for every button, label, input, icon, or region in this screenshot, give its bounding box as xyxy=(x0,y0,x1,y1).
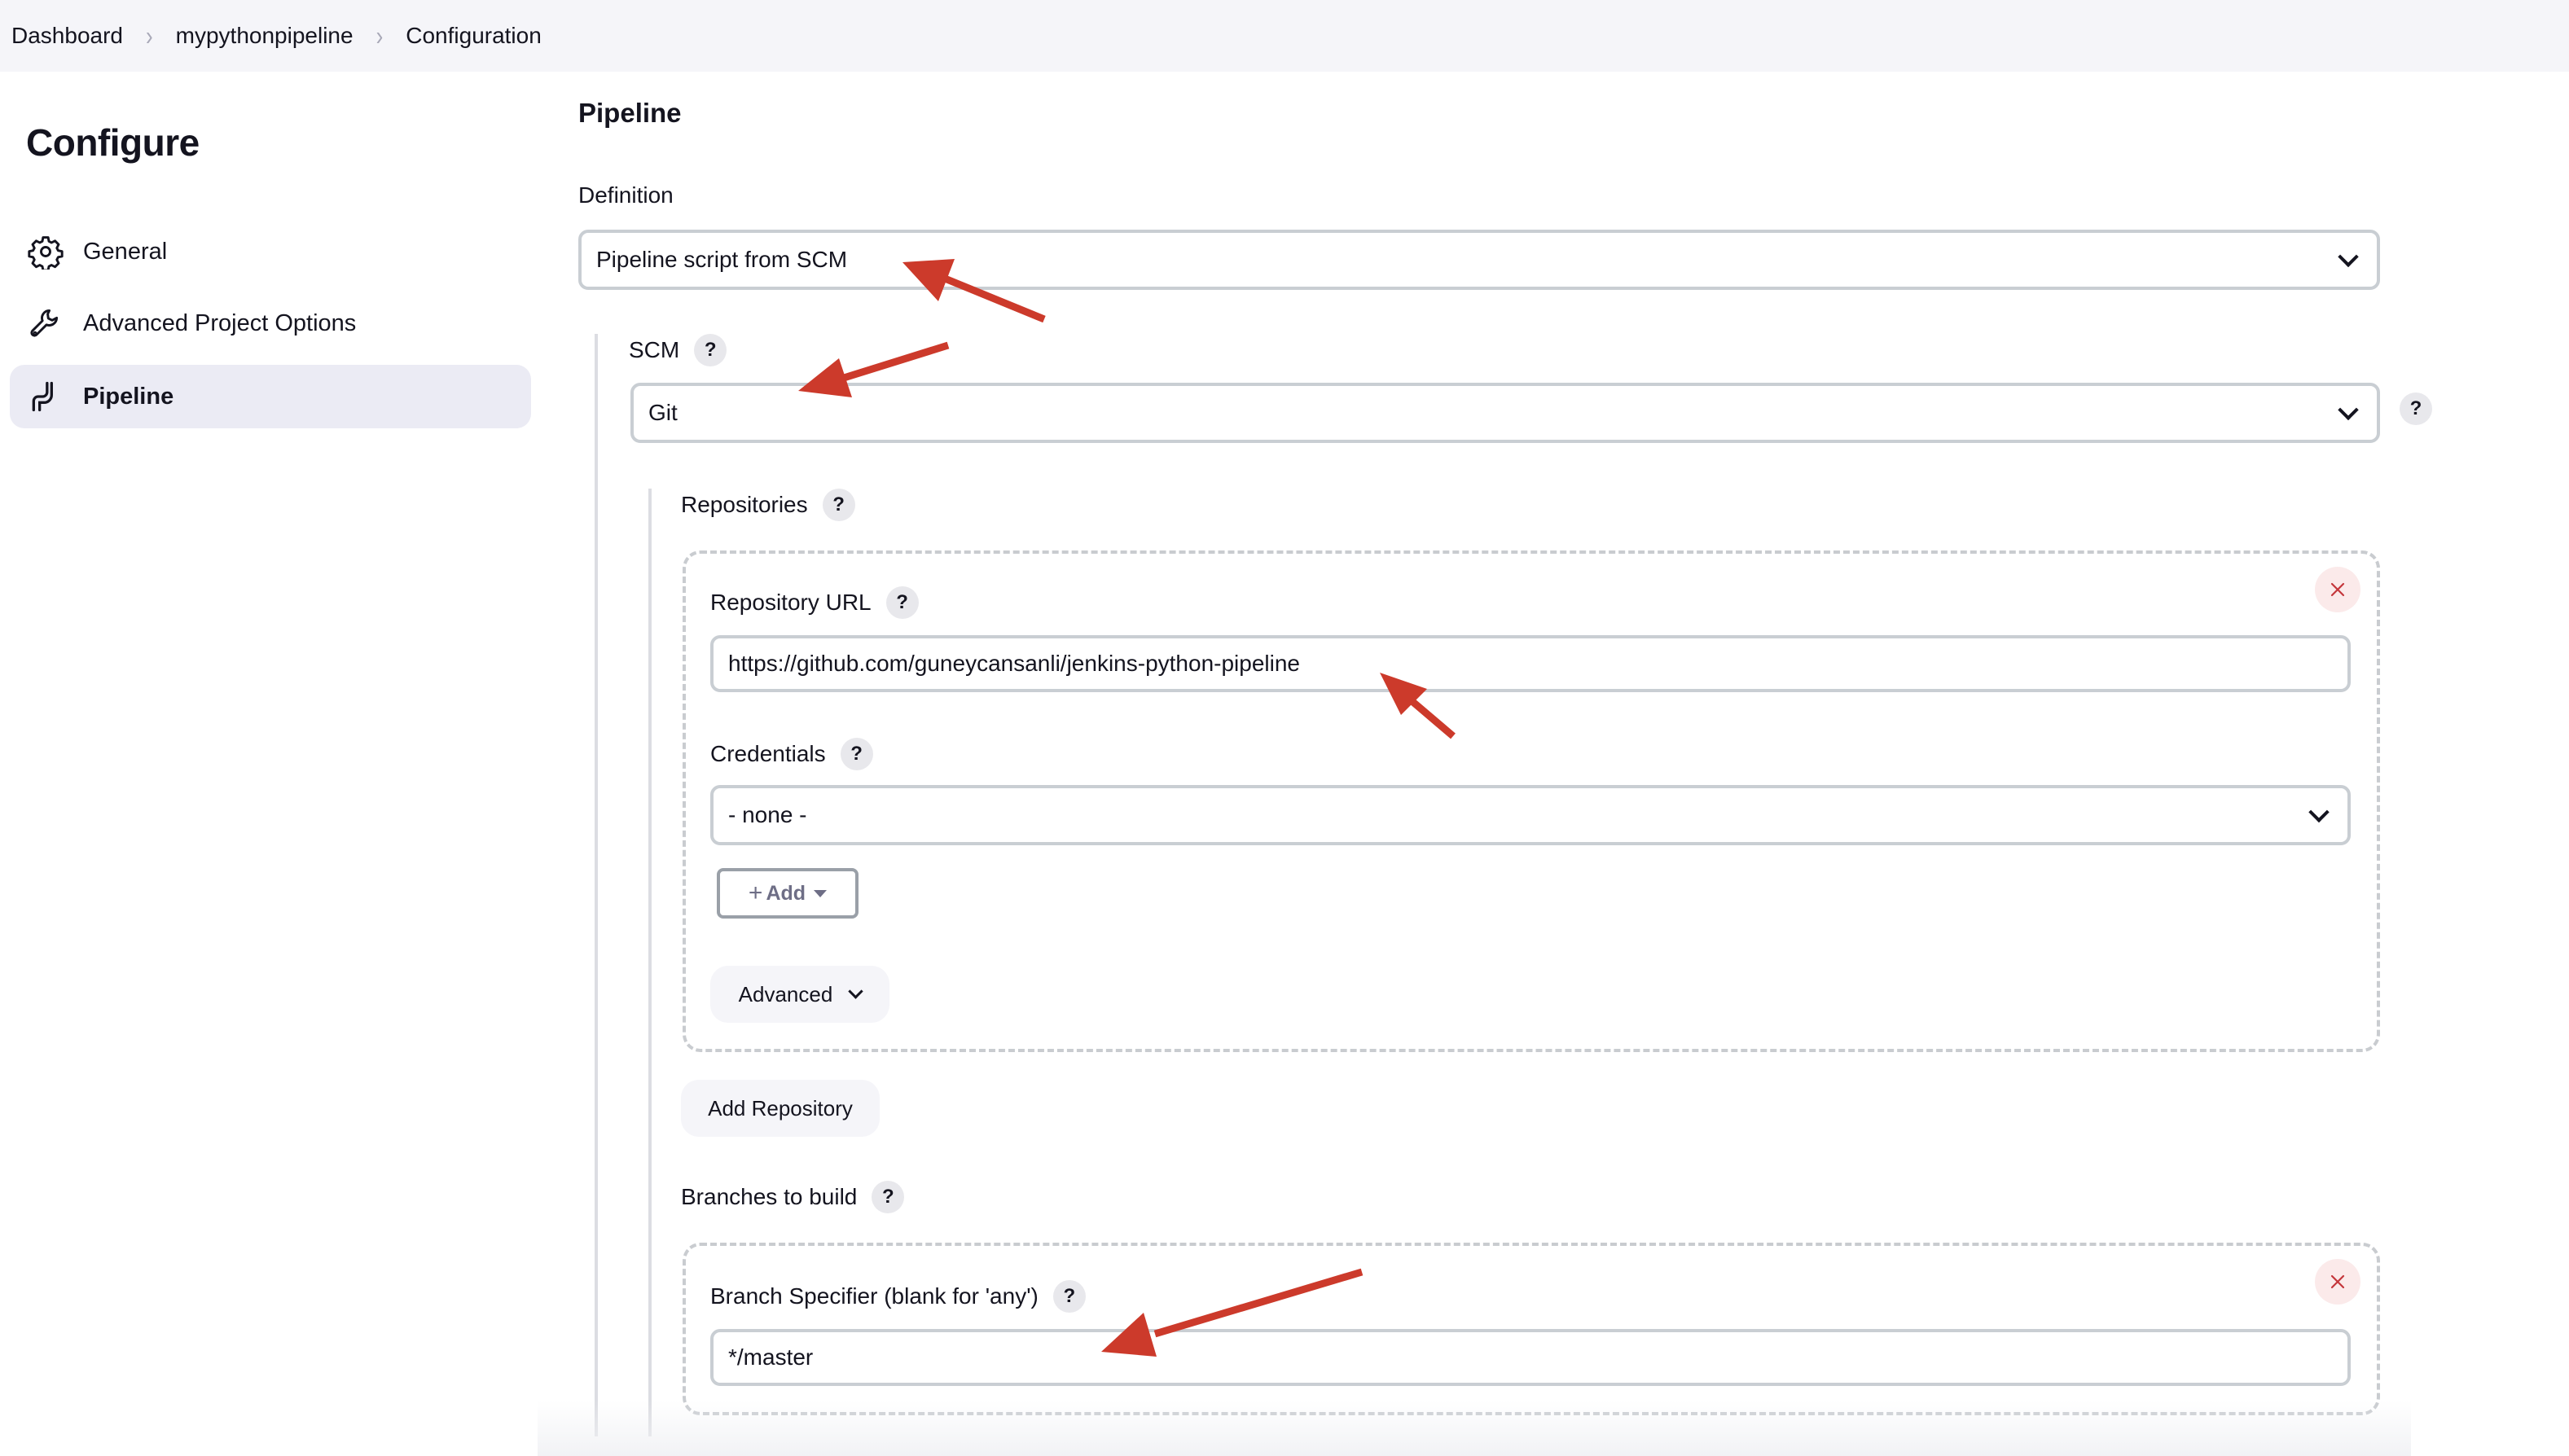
help-icon[interactable]: ? xyxy=(694,334,727,366)
credentials-label: Credentials ? xyxy=(710,738,873,770)
add-button-label: Add xyxy=(766,881,806,905)
credentials-select[interactable]: - none - xyxy=(710,785,2351,845)
wrench-icon xyxy=(30,309,59,337)
add-repository-button[interactable]: Add Repository xyxy=(681,1080,880,1137)
caret-down-icon xyxy=(814,889,828,897)
credentials-selected-value: - none - xyxy=(728,802,807,827)
repositories-label-text: Repositories xyxy=(681,492,808,517)
close-icon xyxy=(2330,1274,2345,1289)
advanced-button-label: Advanced xyxy=(738,981,833,1006)
sidebar-item-label: Advanced Project Options xyxy=(83,309,357,336)
help-icon[interactable]: ? xyxy=(885,586,919,619)
gear-icon xyxy=(28,236,64,270)
repositories-label: Repositories ? xyxy=(681,489,855,521)
credentials-label-text: Credentials xyxy=(710,741,826,766)
nesting-line xyxy=(648,489,652,1436)
advanced-button[interactable]: Advanced xyxy=(710,966,889,1023)
definition-label-text: Definition xyxy=(578,182,674,208)
chevron-down-icon xyxy=(2338,246,2359,268)
breadcrumb: Dashboard › mypythonpipeline › Configura… xyxy=(0,0,2569,72)
help-icon[interactable]: ? xyxy=(840,738,873,770)
scm-label-text: SCM xyxy=(629,337,680,362)
definition-selected-value: Pipeline script from SCM xyxy=(596,247,848,272)
help-icon[interactable]: ? xyxy=(822,489,855,521)
plus-icon: + xyxy=(748,879,763,906)
sidebar-item-advanced-project-options[interactable]: Advanced Project Options xyxy=(10,292,531,355)
scm-help-icon[interactable]: ? xyxy=(2400,393,2432,425)
section-title-pipeline: Pipeline xyxy=(578,98,682,128)
scm-select[interactable]: Git xyxy=(630,383,2380,443)
breadcrumb-job[interactable]: mypythonpipeline xyxy=(176,23,354,49)
pipeline-icon xyxy=(32,381,53,412)
branch-specifier-input[interactable]: */master xyxy=(710,1329,2351,1386)
close-icon xyxy=(2330,582,2345,597)
breadcrumb-separator-icon: › xyxy=(145,19,153,51)
sidebar-item-label: General xyxy=(83,238,168,265)
nesting-line xyxy=(595,334,598,1436)
breadcrumb-separator-icon: › xyxy=(375,19,384,51)
scm-label: SCM ? xyxy=(629,334,727,366)
branch-specifier-label-text: Branch Specifier (blank for 'any') xyxy=(710,1283,1039,1309)
repository-url-label-text: Repository URL xyxy=(710,590,872,615)
branch-specifier-label: Branch Specifier (blank for 'any') ? xyxy=(710,1280,1086,1313)
help-icon[interactable]: ? xyxy=(872,1181,905,1213)
definition-label: Definition xyxy=(578,182,674,208)
repository-url-input[interactable]: https://github.com/guneycansanli/jenkins… xyxy=(710,635,2351,692)
sidebar-item-general[interactable]: General xyxy=(10,220,531,283)
repository-url-label: Repository URL ? xyxy=(710,586,919,619)
branches-label-text: Branches to build xyxy=(681,1184,858,1209)
remove-repository-button[interactable] xyxy=(2315,567,2360,612)
chevron-down-icon xyxy=(2338,399,2359,421)
add-repository-label: Add Repository xyxy=(708,1095,853,1121)
breadcrumb-configuration[interactable]: Configuration xyxy=(406,23,542,49)
chevron-down-icon xyxy=(848,983,864,999)
scroll-fade xyxy=(538,1401,2411,1456)
help-icon[interactable]: ? xyxy=(1052,1280,1086,1313)
add-credentials-button[interactable]: + Add xyxy=(717,868,859,919)
sidebar-item-pipeline[interactable]: Pipeline xyxy=(10,365,531,428)
sidebar-item-label: Pipeline xyxy=(83,383,174,410)
scm-selected-value: Git xyxy=(648,400,678,425)
page-title: Configure xyxy=(26,121,200,164)
repository-url-value: https://github.com/guneycansanli/jenkins… xyxy=(728,651,1300,676)
remove-branch-button[interactable] xyxy=(2315,1259,2360,1305)
branch-specifier-value: */master xyxy=(728,1344,814,1370)
breadcrumb-dashboard[interactable]: Dashboard xyxy=(11,23,123,49)
branches-label: Branches to build ? xyxy=(681,1181,905,1213)
chevron-down-icon xyxy=(2308,801,2330,823)
definition-select[interactable]: Pipeline script from SCM xyxy=(578,230,2380,290)
